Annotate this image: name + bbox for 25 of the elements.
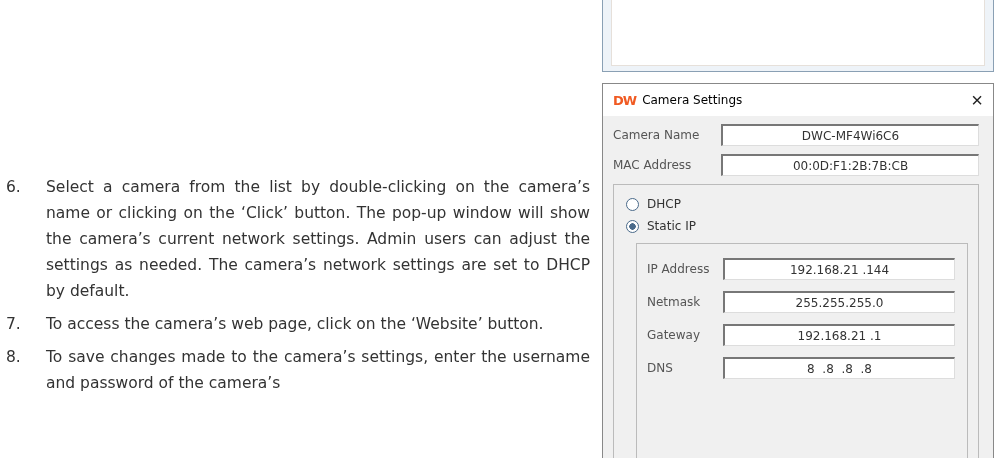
field-label: MAC Address (613, 158, 693, 172)
step-text: To save changes made to the camera’s settings, enter the username and password of the camera’s (46, 347, 590, 394)
input-field[interactable]: 192.168.21 .1 (723, 324, 955, 346)
input-field[interactable]: 8 .8 .8 .8 (723, 357, 955, 379)
step-number: 7. (6, 314, 22, 335)
step-number: 8. (6, 347, 22, 368)
input-field[interactable]: 255.255.255.0 (723, 291, 955, 313)
radio-button[interactable] (626, 219, 639, 233)
field-label: Camera Name (613, 128, 701, 142)
radio-button[interactable] (626, 197, 639, 211)
input-field[interactable]: 192.168.21 .144 (723, 258, 955, 280)
field-label: DNS (647, 361, 674, 375)
radio-label: DHCP (647, 197, 681, 211)
radio-label: Static IP (647, 219, 696, 233)
step-text: Select a camera from the list by double-clicking on the camera’s name or clicking on the ‘Click’ button. The pop-up window will show the camera’s current network settings. Admin users can adjust the settings as needed. The camera’s network settings are set to DHCP by default. (46, 177, 590, 302)
app-logo: DW (613, 92, 637, 108)
field-label: IP Address (647, 262, 711, 276)
step-text: To access the camera’s web page, click on the ‘Website’ button. (46, 314, 545, 335)
field-label: Netmask (647, 295, 702, 309)
input-field[interactable]: 00:0D:F1:2B:7B:CB (721, 154, 979, 176)
window-title: Camera Settings (642, 93, 744, 107)
input-field[interactable]: DWC-MF4Wi6C6 (721, 124, 979, 146)
close-button[interactable]: × (971, 88, 983, 112)
step-number: 6. (6, 177, 22, 198)
field-label: Gateway (647, 328, 701, 342)
